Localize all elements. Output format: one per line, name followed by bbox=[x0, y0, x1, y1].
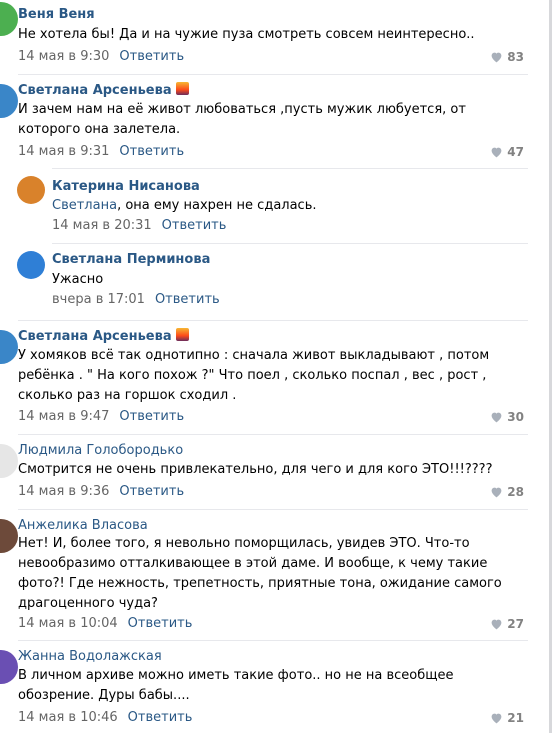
avatar[interactable] bbox=[17, 176, 45, 204]
heart-icon bbox=[491, 713, 502, 724]
comment-date[interactable]: 14 мая в 9:47 bbox=[18, 409, 109, 424]
like-button[interactable]: 47 bbox=[490, 143, 524, 161]
comment-meta: 14 мая в 20:31 Ответить bbox=[52, 217, 226, 235]
comment-author[interactable]: Катерина Нисанова bbox=[52, 178, 200, 196]
like-count: 47 bbox=[507, 145, 524, 159]
reply-button[interactable]: Ответить bbox=[119, 144, 184, 159]
comment-author[interactable]: Светлана Арсеньева bbox=[18, 82, 189, 100]
divider bbox=[18, 320, 528, 321]
avatar[interactable] bbox=[0, 519, 18, 553]
reply-button[interactable]: Ответить bbox=[162, 218, 227, 233]
avatar[interactable] bbox=[17, 251, 45, 279]
like-button[interactable]: 21 bbox=[490, 709, 524, 727]
mention-link[interactable]: Светлана bbox=[52, 198, 117, 213]
heart-icon bbox=[491, 487, 502, 498]
like-button[interactable]: 27 bbox=[490, 615, 524, 633]
comment-date[interactable]: 14 мая в 9:36 bbox=[18, 484, 109, 499]
like-count: 83 bbox=[507, 50, 524, 64]
comment-date[interactable]: вчера в 17:01 bbox=[52, 292, 145, 307]
comment-text: Нет! И, более того, я невольно поморщила… bbox=[18, 536, 502, 611]
like-button[interactable]: 83 bbox=[490, 48, 524, 66]
divider bbox=[52, 168, 528, 169]
comment-meta: 14 мая в 10:46 Ответить bbox=[18, 709, 192, 727]
reply-button[interactable]: Ответить bbox=[128, 616, 193, 631]
heart-icon bbox=[491, 412, 502, 423]
comment-meta: 14 мая в 10:04 Ответить bbox=[18, 615, 192, 633]
reply-button[interactable]: Ответить bbox=[119, 49, 184, 64]
avatar[interactable] bbox=[0, 2, 18, 36]
comment-date[interactable]: 14 мая в 10:04 bbox=[18, 616, 118, 631]
avatar[interactable] bbox=[0, 444, 18, 478]
avatar[interactable] bbox=[0, 650, 18, 684]
comment-date[interactable]: 14 мая в 9:30 bbox=[18, 49, 109, 64]
divider bbox=[18, 434, 528, 435]
heart-icon bbox=[491, 619, 502, 630]
comment-meta: 14 мая в 9:30 Ответить bbox=[18, 48, 184, 66]
comment-meta: вчера в 17:01 Ответить bbox=[52, 291, 220, 309]
comment-author[interactable]: Жанна Водолажская bbox=[18, 648, 162, 666]
divider bbox=[52, 243, 528, 244]
comment-meta: 14 мая в 9:36 Ответить bbox=[18, 483, 184, 501]
avatar[interactable] bbox=[0, 84, 18, 118]
comment-meta: 14 мая в 9:47 Ответить bbox=[18, 408, 184, 426]
heart-icon bbox=[491, 147, 502, 158]
reply-button[interactable]: Ответить bbox=[128, 710, 193, 725]
comment-text: У хомяков всё так однотипно : сначала жи… bbox=[18, 348, 490, 403]
like-count: 30 bbox=[507, 410, 524, 424]
reply-button[interactable]: Ответить bbox=[119, 484, 184, 499]
like-button[interactable]: 30 bbox=[490, 408, 524, 426]
comment-author[interactable]: Светлана Арсеньева bbox=[18, 328, 189, 346]
comment-author[interactable]: Людмила Голобородько bbox=[18, 442, 183, 460]
comment-author[interactable]: Анжелика Власова bbox=[18, 517, 148, 535]
comment-text: Не хотела бы! Да и на чужие пуза смотрет… bbox=[18, 27, 475, 42]
comment-text: И зачем нам на её живот любоваться ,пуст… bbox=[18, 102, 466, 137]
like-count: 21 bbox=[507, 711, 524, 725]
like-count: 27 bbox=[507, 617, 524, 631]
comment-text: Ужасно bbox=[52, 272, 104, 287]
like-count: 28 bbox=[507, 485, 524, 499]
divider bbox=[18, 640, 528, 641]
reply-button[interactable]: Ответить bbox=[155, 292, 220, 307]
divider bbox=[18, 74, 528, 75]
comment-author[interactable]: Веня Веня bbox=[18, 6, 95, 24]
sunset-emoji-icon bbox=[175, 328, 189, 341]
comment-author[interactable]: Светлана Перминова bbox=[52, 251, 210, 269]
reply-button[interactable]: Ответить bbox=[119, 409, 184, 424]
divider bbox=[18, 509, 528, 510]
sunset-emoji-icon bbox=[175, 82, 189, 95]
comment-date[interactable]: 14 мая в 10:46 bbox=[18, 710, 118, 725]
comment-meta: 14 мая в 9:31 Ответить bbox=[18, 143, 184, 161]
comment-date[interactable]: 14 мая в 20:31 bbox=[52, 218, 152, 233]
avatar[interactable] bbox=[0, 330, 18, 364]
comment-text: В личном архиве можно иметь такие фото..… bbox=[18, 668, 454, 703]
heart-icon bbox=[491, 52, 502, 63]
comment-date[interactable]: 14 мая в 9:31 bbox=[18, 144, 109, 159]
comment-text: Светлана, она ему нахрен не сдалась. bbox=[52, 198, 317, 213]
like-button[interactable]: 28 bbox=[490, 483, 524, 501]
comment-text: Смотрится не очень привлекательно, для ч… bbox=[18, 462, 493, 477]
